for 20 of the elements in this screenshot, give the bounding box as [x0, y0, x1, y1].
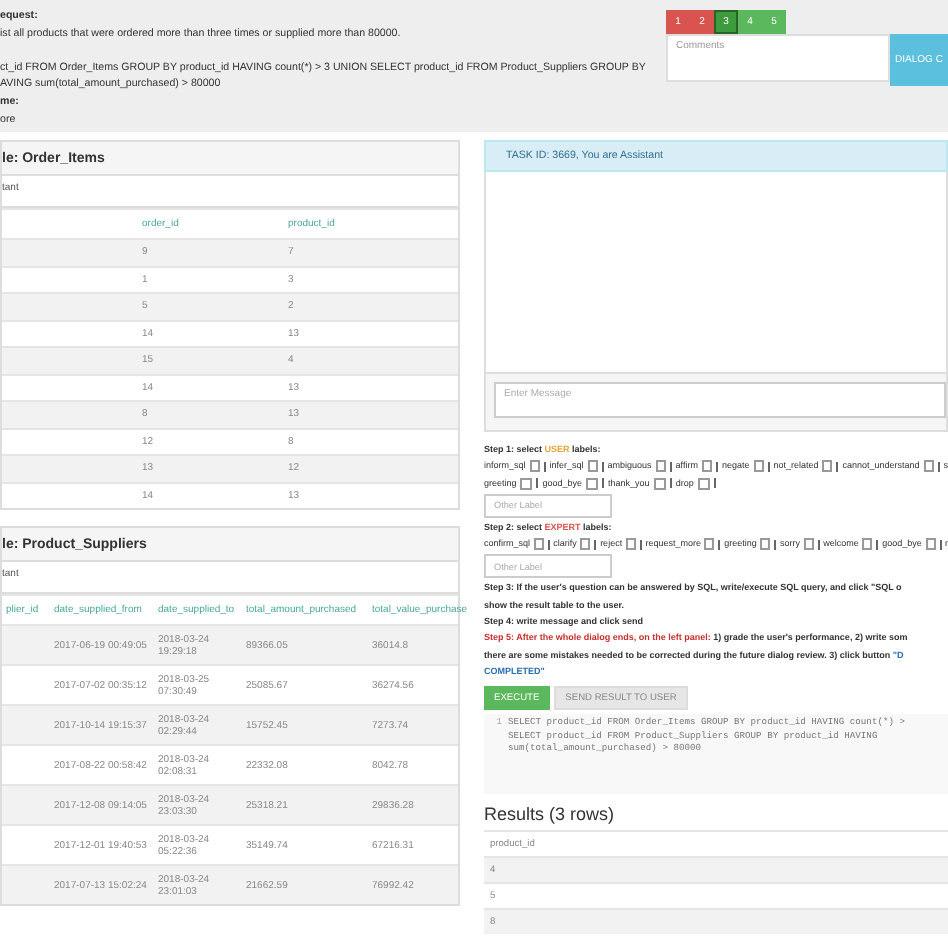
checkbox[interactable]	[804, 538, 814, 551]
checkbox[interactable]	[534, 538, 544, 551]
checkbox[interactable]	[701, 460, 712, 473]
results-title: Results (3 rows)	[484, 804, 617, 825]
checkbox[interactable]	[653, 477, 666, 490]
checkbox[interactable]	[704, 538, 715, 551]
checkbox[interactable]	[925, 538, 935, 551]
checkbox[interactable]	[587, 460, 598, 473]
checkbox[interactable]	[862, 538, 873, 551]
checkbox[interactable]	[580, 538, 591, 551]
checkbox[interactable]	[520, 477, 533, 490]
checkbox[interactable]	[923, 460, 934, 473]
checkbox[interactable]	[586, 477, 599, 490]
checkbox[interactable]	[626, 538, 636, 551]
checkbox[interactable]	[697, 477, 710, 490]
checkbox[interactable]	[822, 460, 833, 473]
checkbox[interactable]	[655, 460, 666, 473]
checkbox[interactable]	[529, 460, 540, 473]
checkbox[interactable]	[753, 460, 764, 473]
checkbox[interactable]	[760, 538, 771, 551]
